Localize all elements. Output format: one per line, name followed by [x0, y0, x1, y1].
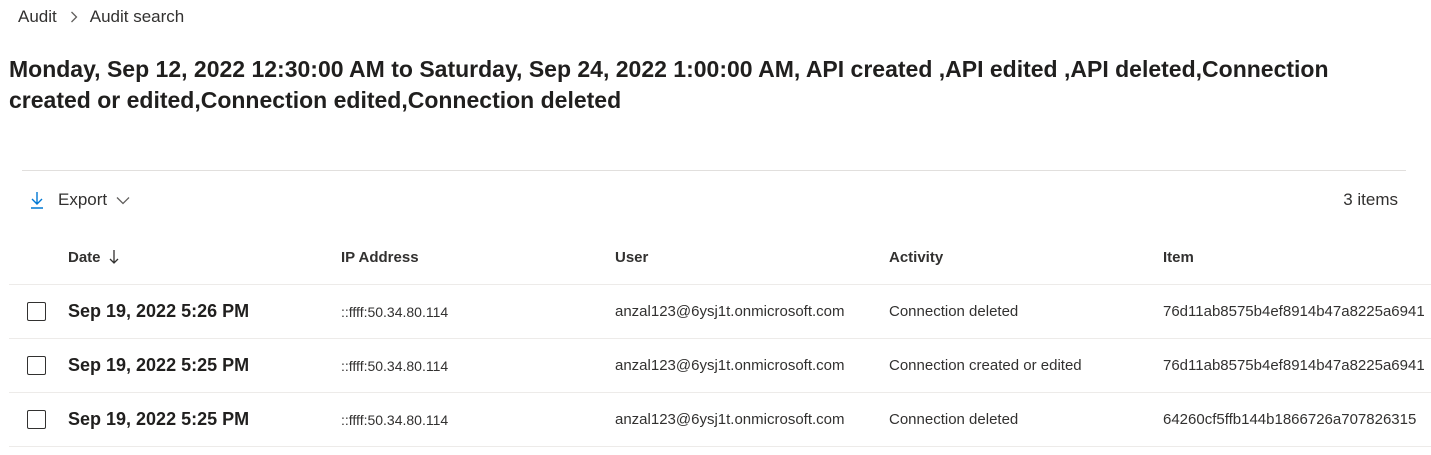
export-button[interactable]: Export: [30, 187, 130, 213]
row-user: anzal123@6ysj1t.onmicrosoft.com: [615, 357, 845, 374]
row-activity: Connection created or edited: [889, 357, 1082, 374]
page-title: Monday, Sep 12, 2022 12:30:00 AM to Satu…: [9, 56, 1329, 113]
column-header-user[interactable]: User: [615, 230, 648, 284]
column-header-ip-address[interactable]: IP Address: [341, 230, 419, 284]
table-row[interactable]: Sep 19, 2022 5:25 PM ::ffff:50.34.80.114…: [9, 339, 1431, 393]
row-item: 76d11ab8575b4ef8914b47a8225a6941: [1163, 357, 1425, 374]
row-activity: Connection deleted: [889, 411, 1019, 428]
divider: [22, 170, 1406, 171]
column-header-date[interactable]: Date: [68, 230, 119, 284]
arrow-down-icon: [109, 249, 119, 265]
row-date: Sep 19, 2022 5:25 PM: [68, 355, 250, 375]
table-row[interactable]: Sep 19, 2022 5:26 PM ::ffff:50.34.80.114…: [9, 285, 1431, 339]
row-checkbox[interactable]: [27, 356, 46, 375]
row-user: anzal123@6ysj1t.onmicrosoft.com: [615, 411, 845, 428]
download-icon: [30, 191, 44, 209]
chevron-right-icon: [70, 11, 78, 23]
item-count: 3 items: [1343, 190, 1398, 209]
toolbar: Export 3 items: [22, 184, 1398, 216]
table-header: Date IP Address User Activity Item: [9, 230, 1431, 285]
row-ip-address: ::ffff:50.34.80.114: [341, 357, 449, 374]
row-date: Sep 19, 2022 5:26 PM: [68, 301, 250, 321]
column-header-item[interactable]: Item: [1163, 230, 1194, 284]
row-ip-address: ::ffff:50.34.80.114: [341, 411, 449, 428]
row-checkbox[interactable]: [27, 302, 46, 321]
table-row[interactable]: Sep 19, 2022 5:25 PM ::ffff:50.34.80.114…: [9, 393, 1431, 447]
column-header-date-label: Date: [68, 248, 101, 266]
row-date: Sep 19, 2022 5:25 PM: [68, 409, 250, 429]
row-activity: Connection deleted: [889, 303, 1019, 320]
breadcrumb-audit-search[interactable]: Audit search: [90, 7, 185, 27]
breadcrumb-audit[interactable]: Audit: [18, 7, 57, 27]
row-item: 64260cf5ffb144b1866726a707826315: [1163, 411, 1417, 428]
export-label: Export: [58, 190, 108, 209]
breadcrumb: Audit Audit search: [18, 6, 184, 28]
row-checkbox[interactable]: [27, 410, 46, 429]
row-ip-address: ::ffff:50.34.80.114: [341, 303, 449, 320]
column-header-activity[interactable]: Activity: [889, 230, 943, 284]
row-item: 76d11ab8575b4ef8914b47a8225a6941: [1163, 303, 1425, 320]
row-user: anzal123@6ysj1t.onmicrosoft.com: [615, 303, 845, 320]
audit-results-table: Date IP Address User Activity Item Sep 1…: [9, 230, 1431, 447]
chevron-down-icon[interactable]: [116, 196, 130, 205]
